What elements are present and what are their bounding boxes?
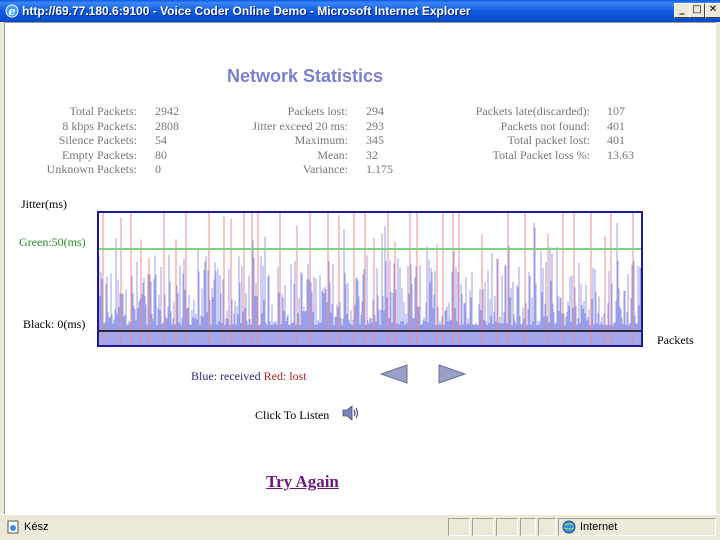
maximize-button[interactable]: □ (689, 3, 705, 18)
stat-value: 107 (607, 104, 625, 118)
status-cell (448, 518, 470, 536)
stat-label: Total packet lost: (507, 133, 590, 148)
stat-label: Packets late(discarded): (475, 104, 590, 118)
stat-row: Total Packet loss %: 13.63 (5, 148, 720, 163)
status-cell (520, 518, 536, 536)
jitter-chart (97, 211, 643, 347)
x-axis-label: Packets (657, 333, 694, 347)
status-cell (538, 518, 556, 536)
stat-row: Packets not found: 401 (5, 119, 720, 134)
click-to-listen[interactable]: Click To Listen (255, 408, 329, 423)
window-titlebar[interactable]: e http://69.77.180.6:9100 - Voice Coder … (0, 0, 720, 22)
stat-value: 1.175 (366, 162, 393, 177)
chart-legend: Blue: received Red: lost (191, 369, 307, 384)
close-button[interactable]: ✕ (705, 3, 720, 18)
green-line-label: Green:50(ms) (19, 235, 86, 249)
stat-value: 13.63 (607, 147, 634, 162)
status-cell (472, 518, 494, 536)
status-bar: Kész Internet (0, 514, 720, 540)
globe-icon (562, 520, 576, 534)
stat-row: Variance: 1.175 (5, 162, 720, 177)
speaker-icon[interactable] (341, 403, 361, 423)
arrow-right-icon[interactable] (437, 363, 467, 385)
security-zone: Internet (580, 521, 618, 533)
window-title: http://69.77.180.6:9100 - Voice Coder On… (22, 4, 471, 18)
status-cell (496, 518, 518, 536)
stat-label: Variance: (302, 162, 348, 177)
chart-bars (97, 213, 643, 347)
minimize-button[interactable]: _ (674, 3, 690, 18)
svg-text:e: e (9, 5, 16, 18)
y-axis-label: Jitter(ms) (21, 197, 67, 211)
stat-value: 401 (607, 133, 625, 148)
stat-value: 401 (607, 118, 625, 133)
chart-baseline-fill (97, 331, 643, 347)
page-content: Network Statistics Total Packets: 2942 8 k… (4, 22, 716, 514)
stat-row: Total packet lost: 401 (5, 133, 720, 148)
try-again-link[interactable]: Try Again (266, 472, 339, 492)
arrow-left-icon[interactable] (379, 363, 409, 385)
stat-label: Packets not found: (500, 118, 590, 133)
stat-label: Total Packet loss %: (492, 147, 590, 162)
black-line-label: Black: 0(ms) (23, 317, 86, 331)
ie-icon: e (5, 4, 19, 18)
status-text: Kész (24, 521, 49, 533)
page-title: Network Statistics (227, 66, 384, 86)
legend-received: Blue: received (191, 369, 261, 383)
stats-column-3: Packets late(discarded): 107 Packets not f… (5, 104, 720, 162)
stat-row: Packets late(discarded): 107 (5, 104, 720, 119)
legend-lost: Red: lost (263, 369, 307, 383)
document-icon (7, 520, 19, 534)
